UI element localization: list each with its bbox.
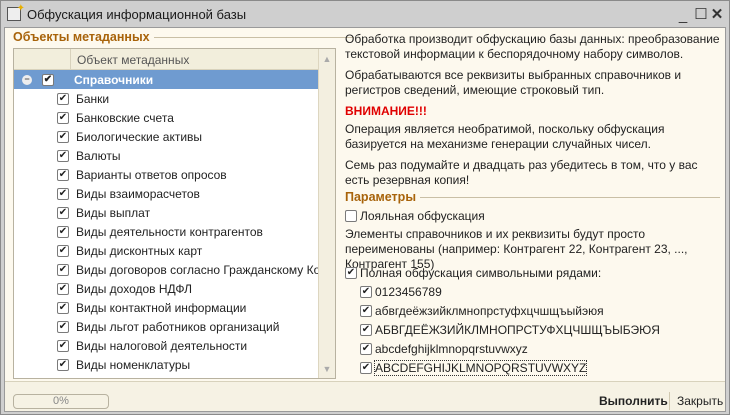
table-row[interactable]: ✔ Банковские счета xyxy=(14,108,335,127)
group-checkbox[interactable]: ✔ xyxy=(42,73,54,86)
full-checkbox[interactable]: ✔ xyxy=(345,267,357,279)
charset-label: 0123456789 xyxy=(375,285,442,299)
row-label: Виды дисконтных карт xyxy=(76,243,203,258)
table-row[interactable]: ✔ Виды договоров согласно Гражданскому Ко… xyxy=(14,260,335,279)
row-checkbox[interactable]: ✔ xyxy=(57,225,69,238)
description-3: Операция является необратимой, поскольку… xyxy=(345,122,665,151)
charset-label: АБВГДЕЁЖЗИЙКЛМНОПРСТУФХЦЧШЩЪЫБЭЮЯ xyxy=(375,323,660,337)
row-checkbox[interactable]: ✔ xyxy=(57,111,69,124)
row-checkbox[interactable]: ✔ xyxy=(57,263,69,276)
params-legend-label: Параметры xyxy=(345,190,416,204)
row-label: Виды взаиморасчетов xyxy=(76,186,200,201)
charset-checkbox[interactable]: ✔ xyxy=(360,305,372,317)
scroll-down-icon[interactable]: ▼ xyxy=(319,364,335,374)
full-label: Полная обфускация символьными рядами: xyxy=(360,266,602,280)
form-body: Объекты метаданных Объект метаданных − ✔… xyxy=(4,27,726,412)
table-row[interactable]: ✔ Виды дисконтных карт xyxy=(14,241,335,260)
metadata-table[interactable]: Объект метаданных − ✔ Справочники ✔ Банки… xyxy=(13,48,336,379)
row-checkbox[interactable]: ✔ xyxy=(57,244,69,257)
row-label: Виды номенклатуры xyxy=(76,357,191,372)
row-label: Виды налоговой деятельности xyxy=(76,338,248,353)
charset-label: abcdefghijklmnopqrstuvwxyz xyxy=(375,342,528,356)
run-button[interactable]: Выполнить xyxy=(599,394,668,408)
group-label: Справочники xyxy=(74,72,154,87)
charset-option[interactable]: ✔ abcdefghijklmnopqrstuvwxyz xyxy=(360,342,528,356)
table-row[interactable]: ✔ Варианты ответов опросов xyxy=(14,165,335,184)
app-icon: ✦ xyxy=(7,3,25,21)
description-2: Обрабатываются все реквизиты выбранных с… xyxy=(345,68,682,97)
row-label: Виды льгот работников организаций xyxy=(76,319,280,334)
table-row[interactable]: ✔ Валюты xyxy=(14,146,335,165)
window: ✦ Обфускация информационной базы _ ☐ ✕ О… xyxy=(0,0,730,415)
loyal-option[interactable]: Лояльная обфускация xyxy=(345,209,485,223)
scroll-up-icon[interactable]: ▲ xyxy=(319,49,335,70)
table-row[interactable]: ✔ Виды взаиморасчетов xyxy=(14,184,335,203)
table-row[interactable]: ✔ Виды льгот работников организаций xyxy=(14,317,335,336)
table-row[interactable]: ✔ Виды номенклатуры xyxy=(14,355,335,374)
collapse-icon[interactable]: − xyxy=(22,74,32,85)
charset-option[interactable]: ✔ 0123456789 xyxy=(360,285,442,299)
warning-label: ВНИМАНИЕ!!! xyxy=(345,104,427,118)
row-checkbox[interactable]: ✔ xyxy=(57,320,69,333)
progress-bar: 0% xyxy=(13,394,109,409)
charset-checkbox[interactable]: ✔ xyxy=(360,286,372,298)
loyal-checkbox[interactable] xyxy=(345,210,357,222)
row-checkbox[interactable]: ✔ xyxy=(57,187,69,200)
charset-label: абвгдеёжзийклмнопрстуфхцчшщъыйэюя xyxy=(375,304,604,318)
table-row[interactable]: ✔ Виды контактной информации xyxy=(14,298,335,317)
table-row[interactable]: ✔ Виды доходов НДФЛ xyxy=(14,279,335,298)
minimize-icon[interactable]: _ xyxy=(673,7,693,24)
table-row[interactable]: ✔ Виды выплат xyxy=(14,203,335,222)
close-icon[interactable]: ✕ xyxy=(707,5,727,23)
footer: 0% Выполнить Закрыть xyxy=(5,381,725,411)
full-option[interactable]: ✔ Полная обфускация символьными рядами: xyxy=(345,266,601,280)
params-legend: Параметры xyxy=(345,190,720,204)
window-title: Обфускация информационной базы xyxy=(27,6,247,22)
charset-checkbox[interactable]: ✔ xyxy=(360,362,372,374)
row-checkbox[interactable]: ✔ xyxy=(57,168,69,181)
charset-option[interactable]: ✔ абвгдеёжзийклмнопрстуфхцчшщъыйэюя xyxy=(360,304,604,318)
table-row-group[interactable]: − ✔ Справочники xyxy=(14,70,318,89)
row-label: Виды доходов НДФЛ xyxy=(76,281,192,296)
row-label: Виды выплат xyxy=(76,205,151,220)
row-label: Виды деятельности контрагентов xyxy=(76,224,263,239)
description-1: Обработка производит обфускацию базы дан… xyxy=(345,32,720,61)
row-checkbox[interactable]: ✔ xyxy=(57,206,69,219)
metadata-legend-label: Объекты метаданных xyxy=(13,30,150,44)
row-label: Банки xyxy=(76,91,110,106)
row-checkbox[interactable]: ✔ xyxy=(57,92,69,105)
table-row[interactable]: ✔ Виды налоговой деятельности xyxy=(14,336,335,355)
charset-option[interactable]: ✔ ABCDEFGHIJKLMNOPQRSTUVWXYZ xyxy=(360,360,588,376)
table-header: Объект метаданных xyxy=(14,49,335,70)
row-label: Банковские счета xyxy=(76,110,174,125)
table-row[interactable]: ✔ Банки xyxy=(14,89,335,108)
charset-checkbox[interactable]: ✔ xyxy=(360,343,372,355)
metadata-legend: Объекты метаданных xyxy=(13,30,354,44)
row-checkbox[interactable]: ✔ xyxy=(57,149,69,162)
row-checkbox[interactable]: ✔ xyxy=(57,130,69,143)
row-checkbox[interactable]: ✔ xyxy=(57,282,69,295)
column-header[interactable]: Объект метаданных xyxy=(71,49,195,69)
row-checkbox[interactable]: ✔ xyxy=(57,358,69,371)
row-label: Валюты xyxy=(76,148,121,163)
row-label: Виды договоров согласно Гражданскому Ко.… xyxy=(76,262,331,277)
charset-option[interactable]: ✔ АБВГДЕЁЖЗИЙКЛМНОПРСТУФХЦЧШЩЪЫБЭЮЯ xyxy=(360,323,660,337)
description-4: Семь раз подумайте и двадцать раз убедит… xyxy=(345,158,698,187)
row-label: Биологические активы xyxy=(76,129,203,144)
row-checkbox[interactable]: ✔ xyxy=(57,301,69,314)
row-label: Варианты ответов опросов xyxy=(76,167,227,182)
charset-checkbox[interactable]: ✔ xyxy=(360,324,372,336)
row-label: Виды контактной информации xyxy=(76,300,247,315)
scrollbar[interactable]: ▲ ▼ xyxy=(318,49,335,378)
row-checkbox[interactable]: ✔ xyxy=(57,339,69,352)
loyal-label: Лояльная обфускация xyxy=(360,209,485,223)
title-bar: ✦ Обфускация информационной базы _ ☐ ✕ xyxy=(1,1,729,27)
table-row[interactable]: ✔ Биологические активы xyxy=(14,127,335,146)
close-button[interactable]: Закрыть xyxy=(677,394,723,408)
table-row[interactable]: ✔ Виды деятельности контрагентов xyxy=(14,222,335,241)
charset-label: ABCDEFGHIJKLMNOPQRSTUVWXYZ xyxy=(373,360,588,376)
